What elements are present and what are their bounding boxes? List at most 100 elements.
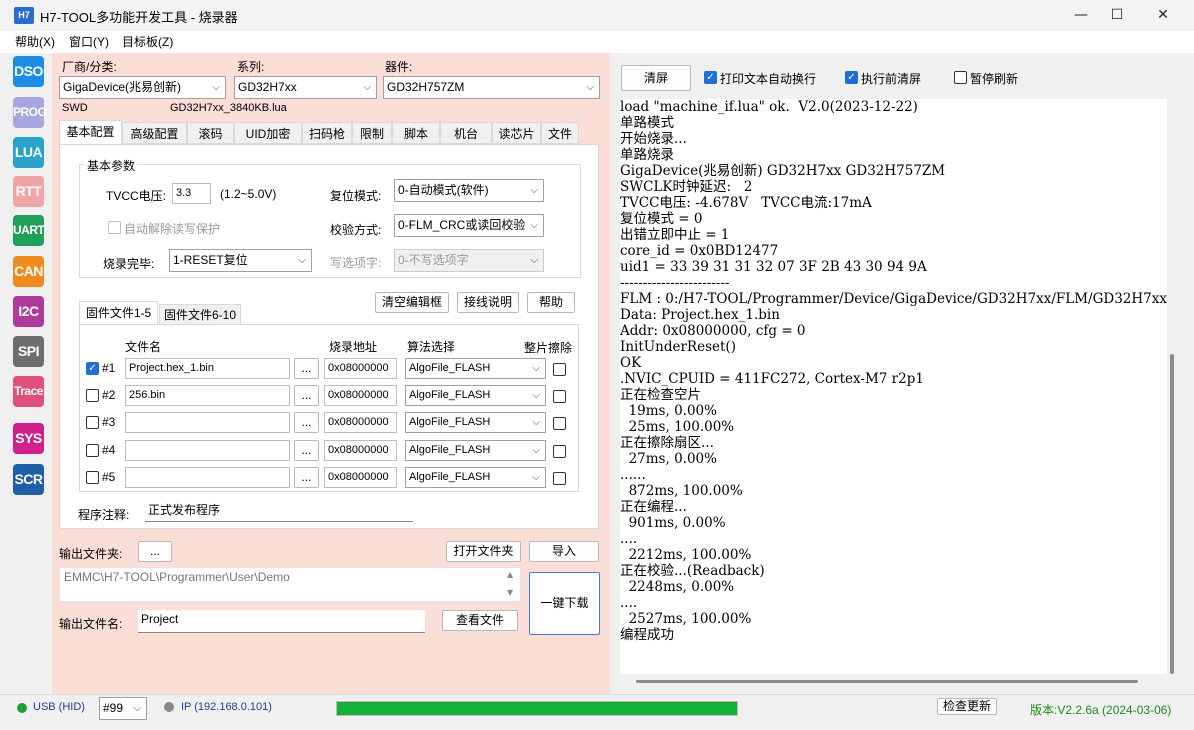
firmware-algo-value: AlgoFile_FLASH	[409, 471, 491, 483]
firmware-browse-button[interactable]: ...	[294, 467, 319, 488]
output-folder-browse-button[interactable]: ...	[138, 541, 172, 562]
chevron-down-icon: ⌵	[363, 82, 371, 93]
auto-unprotect-checkbox[interactable]	[108, 221, 121, 234]
scroll-down-icon[interactable]: ▼	[507, 588, 513, 597]
firmware-file-input[interactable]	[125, 440, 290, 461]
tool-scr-button[interactable]: SCR	[13, 464, 44, 495]
check-update-button[interactable]: 检查更新	[937, 698, 997, 715]
firmware-browse-button[interactable]: ...	[294, 440, 319, 461]
firmware-algo-select[interactable]: AlgoFile_FLASH ⌵	[405, 385, 546, 406]
firmware-algo-select[interactable]: AlgoFile_FLASH ⌵	[405, 440, 546, 461]
firmware-row-checkbox[interactable]	[86, 471, 99, 484]
firmware-row-checkbox[interactable]	[86, 416, 99, 429]
tvcc-input[interactable]: 3.3	[172, 183, 211, 204]
firmware-algo-value: AlgoFile_FLASH	[409, 444, 491, 456]
firmware-file-input[interactable]	[125, 412, 290, 433]
firmware-address-input[interactable]: 0x08000000	[324, 440, 397, 461]
tool-lua-button[interactable]: LUA	[13, 137, 44, 168]
tab-4[interactable]: 扫码枪	[302, 122, 352, 144]
firmware-address-input[interactable]: 0x08000000	[324, 385, 397, 406]
verify-mode-select[interactable]: 0-FLM_CRC或读回校验 ⌵	[394, 214, 544, 237]
tab-9[interactable]: 文件	[541, 122, 579, 144]
tab-7[interactable]: 机台	[440, 122, 492, 144]
tool-rtt-button[interactable]: RTT	[13, 176, 44, 207]
firmware-row-checkbox[interactable]	[86, 444, 99, 457]
firmware-address-input[interactable]: 0x08000000	[324, 358, 397, 379]
tab-5[interactable]: 限制	[352, 122, 392, 144]
tab-firmware-6-10[interactable]: 固件文件6-10	[159, 304, 241, 325]
firmware-address-input[interactable]: 0x08000000	[324, 412, 397, 433]
device-select[interactable]: GD32H757ZM ⌵	[383, 76, 600, 99]
tab-3[interactable]: UID加密	[234, 122, 302, 144]
import-button[interactable]: 导入	[529, 541, 599, 562]
firmware-erase-checkbox[interactable]	[553, 363, 566, 376]
auto-wrap-checkbox[interactable]: ✓	[704, 71, 717, 84]
output-name-input[interactable]: Project	[138, 610, 425, 633]
tool-dso-button[interactable]: DSO	[13, 56, 44, 87]
log-horizontal-scrollbar[interactable]	[636, 680, 1138, 683]
clear-edit-button[interactable]: 清空编辑框	[375, 292, 449, 313]
close-button[interactable]: ✕	[1140, 0, 1186, 31]
firmware-erase-checkbox[interactable]	[553, 390, 566, 403]
device-number-select[interactable]: #99 ⌵	[99, 697, 147, 720]
maximize-button[interactable]: ☐	[1094, 0, 1140, 31]
tool-sys-button[interactable]: SYS	[13, 423, 44, 454]
firmware-row-checkbox[interactable]: ✓	[86, 362, 99, 375]
clear-screen-button[interactable]: 清屏	[621, 65, 691, 91]
menu-bar	[0, 31, 1194, 53]
menu-window[interactable]: 窗口(Y)	[69, 33, 109, 50]
open-folder-button[interactable]: 打开文件夹	[446, 541, 521, 562]
log-output[interactable]: load "machine_if.lua" ok. V2.0(2023-12-2…	[620, 99, 1167, 674]
tab-2[interactable]: 滚码	[187, 122, 234, 144]
menu-target-board[interactable]: 目标板(Z)	[122, 33, 173, 50]
wiring-help-button[interactable]: 接线说明	[457, 292, 519, 313]
log-line: GigaDevice(兆易创新) GD32H7xx GD32H757ZM	[620, 163, 946, 179]
help-button[interactable]: 帮助	[527, 292, 575, 313]
pause-refresh-checkbox[interactable]	[954, 71, 967, 84]
tool-i2c-button[interactable]: I2C	[13, 296, 44, 327]
tab-1[interactable]: 高级配置	[122, 122, 187, 144]
clear-before-checkbox[interactable]: ✓	[845, 71, 858, 84]
log-vertical-scrollbar[interactable]	[1170, 354, 1174, 674]
log-line: 2527ms, 100.00%	[620, 611, 752, 627]
tool-can-button[interactable]: CAN	[13, 256, 44, 287]
firmware-address-input[interactable]: 0x08000000	[324, 467, 397, 488]
series-select[interactable]: GD32H7xx ⌵	[234, 76, 377, 99]
firmware-file-input[interactable]: Project.hex_1.bin	[125, 358, 290, 379]
firmware-erase-checkbox[interactable]	[553, 417, 566, 430]
series-value: GD32H7xx	[238, 80, 297, 94]
tab-6[interactable]: 脚本	[392, 122, 440, 144]
option-bytes-select[interactable]: 0-不写选项字 ⌵	[394, 249, 544, 272]
firmware-browse-button[interactable]: ...	[294, 385, 319, 406]
firmware-browse-button[interactable]: ...	[294, 358, 319, 379]
firmware-algo-select[interactable]: AlgoFile_FLASH ⌵	[405, 467, 546, 488]
reset-mode-select[interactable]: 0-自动模式(软件) ⌵	[394, 179, 544, 202]
firmware-browse-button[interactable]: ...	[294, 412, 319, 433]
one-click-download-button[interactable]: 一键下载	[529, 572, 600, 635]
firmware-row-checkbox[interactable]	[86, 389, 99, 402]
vendor-select[interactable]: GigaDevice(兆易创新) ⌵	[59, 76, 226, 99]
tab-8[interactable]: 读芯片	[492, 122, 541, 144]
tool-prog-button[interactable]: PROG	[13, 97, 47, 128]
firmware-file-input[interactable]: 256.bin	[125, 385, 290, 406]
log-line: Addr: 0x08000000, cfg = 0	[620, 323, 806, 339]
firmware-erase-checkbox[interactable]	[553, 445, 566, 458]
comment-input[interactable]: 正式发布程序	[145, 501, 413, 522]
tab-firmware-1-5[interactable]: 固件文件1-5	[79, 301, 158, 325]
tool-spi-button[interactable]: SPI	[13, 336, 44, 367]
firmware-algo-select[interactable]: AlgoFile_FLASH ⌵	[405, 412, 546, 433]
tab-0[interactable]: 基本配置	[59, 120, 122, 145]
tool-trace-button[interactable]: Trace	[13, 376, 44, 407]
scroll-up-icon[interactable]: ▲	[507, 570, 513, 579]
firmware-file-input[interactable]	[125, 467, 290, 488]
firmware-algo-value: AlgoFile_FLASH	[409, 389, 491, 401]
output-path-field[interactable]: EMMC\H7-TOOL\Programmer\User\Demo	[59, 567, 521, 602]
firmware-erase-checkbox[interactable]	[553, 472, 566, 485]
tool-uart-button[interactable]: UART	[13, 215, 45, 246]
pause-refresh-label: 暂停刷新	[970, 72, 1019, 86]
firmware-algo-select[interactable]: AlgoFile_FLASH ⌵	[405, 358, 546, 379]
log-line: 单路烧录	[620, 147, 674, 163]
done-action-select[interactable]: 1-RESET复位 ⌵	[169, 249, 312, 272]
menu-help[interactable]: 帮助(X)	[15, 33, 55, 50]
view-file-button[interactable]: 查看文件	[442, 610, 518, 631]
